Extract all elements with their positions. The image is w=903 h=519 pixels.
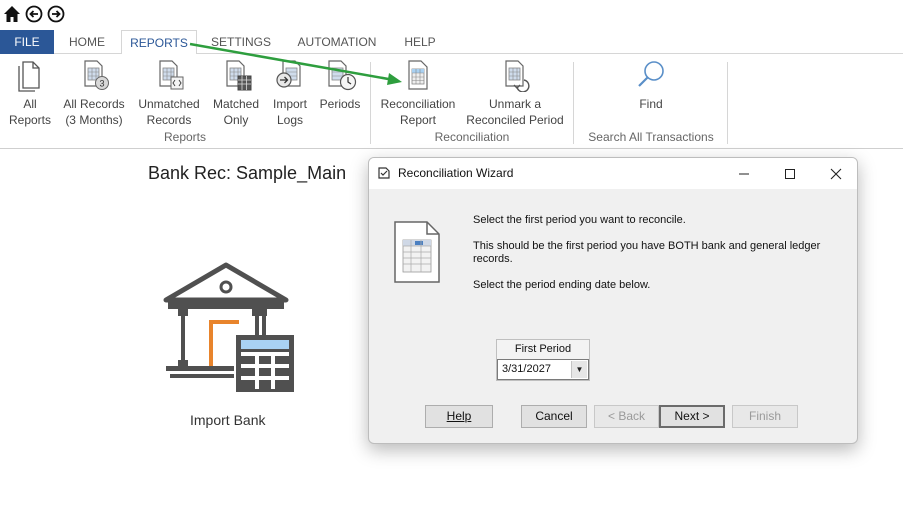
- periods-label: Periods: [319, 97, 361, 111]
- ribbon-panel: All Reports 3 All Records (3 Months) Unm…: [0, 54, 903, 149]
- maximize-icon: [785, 168, 795, 179]
- finish-button-label: Finish: [748, 409, 781, 423]
- unmark-period-label-1: Unmark a: [488, 97, 541, 111]
- home-icon[interactable]: [3, 5, 21, 23]
- matched-only-button[interactable]: Matched Only: [209, 58, 263, 128]
- search-icon: [638, 61, 664, 87]
- first-period-select[interactable]: 3/31/2027 ▼: [497, 359, 589, 380]
- back-button-label: < Back: [607, 409, 646, 423]
- wizard-instruction-3: Select the period ending date below.: [473, 279, 651, 291]
- svg-text:3: 3: [99, 79, 104, 89]
- ribbon-group-divider: [727, 62, 728, 144]
- help-button[interactable]: Help: [425, 405, 493, 428]
- reconciliation-wizard-dialog: Reconciliation Wizard Select the first p…: [368, 157, 858, 444]
- all-records-label-2: (3 Months): [65, 113, 123, 127]
- reconciliation-report-label-2: Report: [399, 113, 437, 127]
- cancel-button-label: Cancel: [535, 409, 573, 423]
- unmatched-records-icon: [159, 60, 184, 90]
- import-bank-label[interactable]: Import Bank: [190, 412, 265, 428]
- tab-settings[interactable]: SETTINGS: [205, 30, 277, 54]
- ribbon-group-divider: [370, 62, 371, 144]
- import-logs-label-1: Import: [272, 97, 307, 111]
- all-records-icon: 3: [84, 60, 109, 90]
- close-button[interactable]: [813, 158, 857, 189]
- back-icon[interactable]: [25, 5, 43, 23]
- cancel-button[interactable]: Cancel: [521, 405, 587, 428]
- all-records-label-1: All Records: [63, 97, 125, 111]
- all-reports-icon: [18, 61, 40, 92]
- tab-automation[interactable]: AUTOMATION: [289, 30, 385, 54]
- periods-button[interactable]: Periods: [317, 58, 363, 112]
- next-button-label: Next >: [674, 409, 710, 423]
- quick-access-bar: [0, 0, 903, 30]
- maximize-button[interactable]: [767, 158, 813, 189]
- wizard-instruction-1: Select the first period you want to reco…: [473, 214, 686, 226]
- wizard-app-icon: [378, 167, 390, 179]
- dialog-title: Reconciliation Wizard: [398, 166, 514, 180]
- first-period-value: 3/31/2027: [502, 363, 551, 375]
- all-reports-button[interactable]: All Reports: [4, 58, 56, 128]
- tab-help[interactable]: HELP: [397, 30, 443, 54]
- finish-button[interactable]: Finish: [732, 405, 798, 428]
- find-button[interactable]: Find: [626, 58, 676, 112]
- unmark-period-label-2: Reconciled Period: [466, 113, 564, 127]
- all-reports-label-1: All: [23, 97, 37, 111]
- page-title: Bank Rec: Sample_Main: [148, 163, 347, 183]
- unmark-reconciled-period-button[interactable]: Unmark a Reconciled Period: [465, 58, 565, 128]
- all-records-button[interactable]: 3 All Records (3 Months): [61, 58, 127, 128]
- import-bank-icon[interactable]: [162, 262, 298, 394]
- group-label-search: Search All Transactions: [588, 130, 714, 144]
- unmark-period-icon: [505, 60, 530, 92]
- spreadsheet-document-icon: [394, 221, 440, 283]
- reconciliation-report-icon: [408, 60, 428, 90]
- wizard-instruction-2: This should be the first period you have…: [473, 240, 821, 265]
- reconciliation-report-label-1: Reconciliation: [380, 97, 456, 111]
- minimize-icon: [739, 173, 749, 175]
- ribbon-group-divider: [573, 62, 574, 144]
- close-icon: [830, 168, 842, 180]
- unmatched-records-label-1: Unmatched: [138, 97, 200, 111]
- find-label: Find: [639, 97, 663, 111]
- tab-file[interactable]: FILE: [0, 30, 54, 54]
- matched-only-label-1: Matched: [212, 97, 260, 111]
- unmatched-records-label-2: Records: [146, 113, 192, 127]
- help-button-label: Help: [446, 409, 472, 423]
- minimize-button[interactable]: [721, 158, 767, 189]
- all-reports-label-2: Reports: [8, 113, 52, 127]
- group-label-reconciliation: Reconciliation: [434, 130, 510, 144]
- unmatched-records-button[interactable]: Unmatched Records: [134, 58, 204, 128]
- import-logs-button[interactable]: Import Logs: [268, 58, 312, 128]
- reconciliation-report-button[interactable]: Reconciliation Report: [378, 58, 458, 128]
- chevron-down-icon[interactable]: ▼: [571, 361, 587, 378]
- import-logs-icon: [276, 60, 301, 88]
- dialog-titlebar[interactable]: Reconciliation Wizard: [369, 158, 857, 189]
- tab-home[interactable]: HOME: [58, 30, 116, 54]
- ribbon-tab-bar: FILE HOME REPORTS SETTINGS AUTOMATION HE…: [0, 30, 903, 55]
- forward-icon[interactable]: [47, 5, 65, 23]
- matched-only-label-2: Only: [223, 113, 249, 127]
- first-period-field: First Period 3/31/2027 ▼: [496, 339, 590, 381]
- import-logs-label-2: Logs: [276, 113, 304, 127]
- group-label-reports: Reports: [163, 130, 207, 144]
- first-period-label: First Period: [514, 343, 572, 355]
- back-button[interactable]: < Back: [594, 405, 659, 428]
- periods-icon: [328, 60, 357, 91]
- matched-only-icon: [226, 60, 252, 91]
- next-button[interactable]: Next >: [659, 405, 725, 428]
- tab-reports[interactable]: REPORTS: [121, 30, 197, 55]
